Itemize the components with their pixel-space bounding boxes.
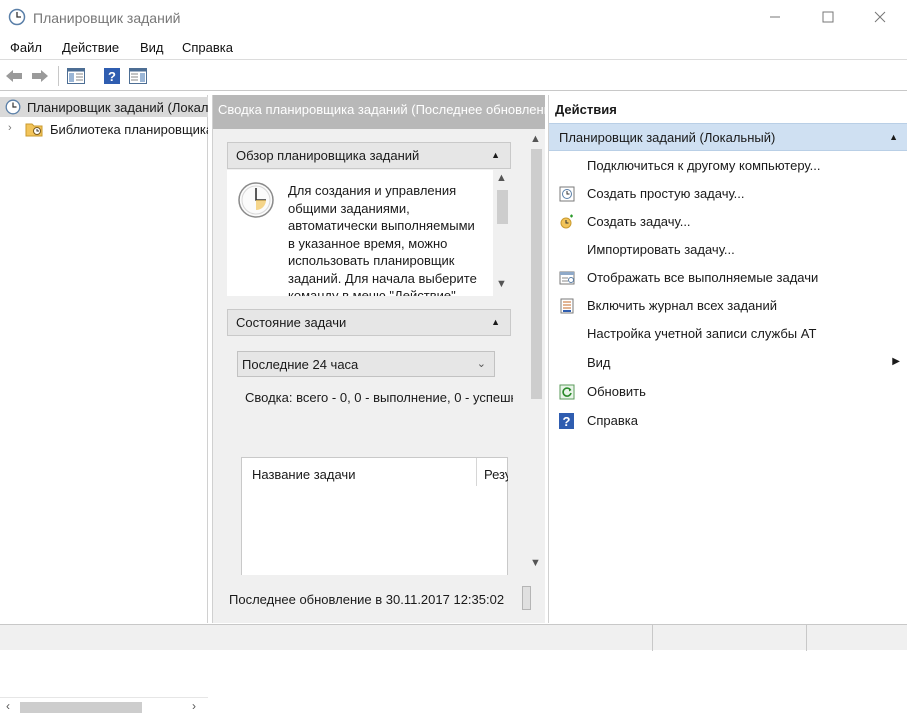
action-view[interactable]: Вид ▶: [549, 349, 907, 377]
overview-scrollbar[interactable]: ▲ ▼: [493, 170, 511, 296]
tree-item-local[interactable]: Планировщик заданий (Локальный): [0, 97, 208, 117]
task-table[interactable]: Название задачи Результат выполнения: [241, 457, 508, 577]
create-task-icon: [558, 213, 575, 230]
scroll-up-icon[interactable]: ▲: [496, 172, 507, 184]
action-show-running-tasks[interactable]: Отображать все выполняемые задачи: [549, 264, 907, 292]
history-icon: [558, 297, 575, 314]
overview-content: Для создания и управления общими задания…: [227, 170, 511, 296]
menu-file[interactable]: Файл: [10, 40, 42, 55]
scroll-up-icon[interactable]: ▲: [530, 133, 541, 145]
scroll-left-icon[interactable]: ‹: [6, 699, 10, 713]
forward-arrow-icon[interactable]: [30, 66, 50, 86]
menu-view[interactable]: Вид: [140, 40, 164, 55]
last-update-area: Последнее обновление в 30.11.2017 12:35:…: [213, 575, 545, 623]
scrollbar-thumb[interactable]: [531, 149, 542, 399]
toolbar-separator: [58, 66, 59, 86]
status-bar-divider: [652, 625, 653, 651]
column-header-result[interactable]: Результат выполнения: [484, 467, 508, 482]
chevron-down-icon[interactable]: ⌄: [477, 357, 486, 370]
actions-group-header[interactable]: Планировщик заданий (Локальный) ▲: [549, 123, 907, 151]
summary-pane: Сводка планировщика заданий (Последнее о…: [212, 95, 545, 623]
column-header-task-name[interactable]: Название задачи: [252, 467, 355, 482]
back-arrow-icon[interactable]: [4, 66, 24, 86]
show-hide-action-pane-icon[interactable]: [128, 66, 148, 86]
action-at-service-account[interactable]: Настройка учетной записи службы AT: [549, 320, 907, 348]
action-refresh[interactable]: Обновить: [549, 378, 907, 406]
submenu-arrow-icon: ▶: [892, 356, 900, 367]
clock-icon: [8, 8, 26, 26]
action-create-basic-task[interactable]: Создать простую задачу...: [549, 180, 907, 208]
show-hide-console-tree-icon[interactable]: [66, 66, 86, 86]
scrollbar-thumb[interactable]: [497, 190, 508, 224]
menu-bar: Файл Действие Вид Справка: [0, 36, 907, 60]
overview-text: Для создания и управления общими задания…: [288, 183, 477, 296]
scroll-down-icon[interactable]: ▼: [496, 278, 507, 290]
collapse-icon[interactable]: ▲: [889, 132, 898, 142]
status-bar-divider: [806, 625, 807, 651]
status-bar: [0, 624, 907, 651]
console-tree: Планировщик заданий (Локальный) › Библио…: [0, 95, 208, 715]
create-basic-task-icon: [558, 185, 575, 202]
summary-header: Сводка планировщика заданий (Последнее о…: [213, 95, 545, 129]
menu-help[interactable]: Справка: [182, 40, 233, 55]
menu-action[interactable]: Действие: [62, 40, 119, 55]
collapse-icon[interactable]: ▲: [491, 317, 500, 327]
summary-vertical-scrollbar[interactable]: ▲ ▼: [527, 129, 545, 575]
summary-body: Обзор планировщика заданий ▲ Для создани…: [213, 129, 527, 577]
collapse-icon[interactable]: ▲: [491, 150, 500, 160]
overview-section-header[interactable]: Обзор планировщика заданий ▲: [227, 142, 511, 169]
scroll-right-icon[interactable]: ›: [192, 699, 196, 713]
help-icon[interactable]: ?: [102, 66, 122, 86]
period-select[interactable]: Последние 24 часа ⌄: [237, 351, 495, 377]
running-tasks-icon: [558, 269, 575, 286]
minimize-button[interactable]: [752, 4, 798, 30]
action-create-task[interactable]: Создать задачу...: [549, 208, 907, 236]
maximize-button[interactable]: [805, 4, 851, 30]
clock-icon: [237, 181, 275, 222]
tree-horizontal-scrollbar[interactable]: ‹ ›: [0, 697, 208, 715]
task-status-section-header[interactable]: Состояние задачи ▲: [227, 309, 511, 336]
chevron-right-icon[interactable]: ›: [8, 122, 12, 134]
title-bar: Планировщик заданий: [0, 0, 907, 36]
actions-pane: Действия Планировщик заданий (Локальный)…: [548, 95, 907, 623]
svg-text:?: ?: [563, 414, 571, 429]
last-update-text: Последнее обновление в 30.11.2017 12:35:…: [229, 592, 505, 607]
close-button[interactable]: [857, 4, 903, 30]
column-divider[interactable]: [476, 458, 477, 486]
folder-clock-icon: [25, 121, 43, 139]
svg-text:?: ?: [108, 69, 116, 84]
tree-item-library[interactable]: › Библиотека планировщика заданий: [0, 119, 208, 139]
toolbar: ?: [0, 61, 907, 91]
help-icon: ?: [558, 412, 575, 429]
scroll-down-icon[interactable]: ▼: [530, 557, 541, 569]
window-title: Планировщик заданий: [33, 10, 181, 26]
scrollbar-thumb[interactable]: [20, 702, 142, 713]
action-enable-history[interactable]: Включить журнал всех заданий: [549, 292, 907, 320]
clock-icon: [5, 99, 21, 117]
task-summary: Сводка: всего - 0, 0 - выполнение, 0 - у…: [245, 390, 513, 405]
action-import-task[interactable]: Импортировать задачу...: [549, 236, 907, 264]
update-button[interactable]: [522, 586, 531, 610]
actions-title: Действия: [555, 102, 617, 117]
action-help[interactable]: ? Справка: [549, 407, 907, 435]
refresh-icon: [558, 383, 575, 400]
action-connect-computer[interactable]: Подключиться к другому компьютеру...: [549, 152, 907, 180]
